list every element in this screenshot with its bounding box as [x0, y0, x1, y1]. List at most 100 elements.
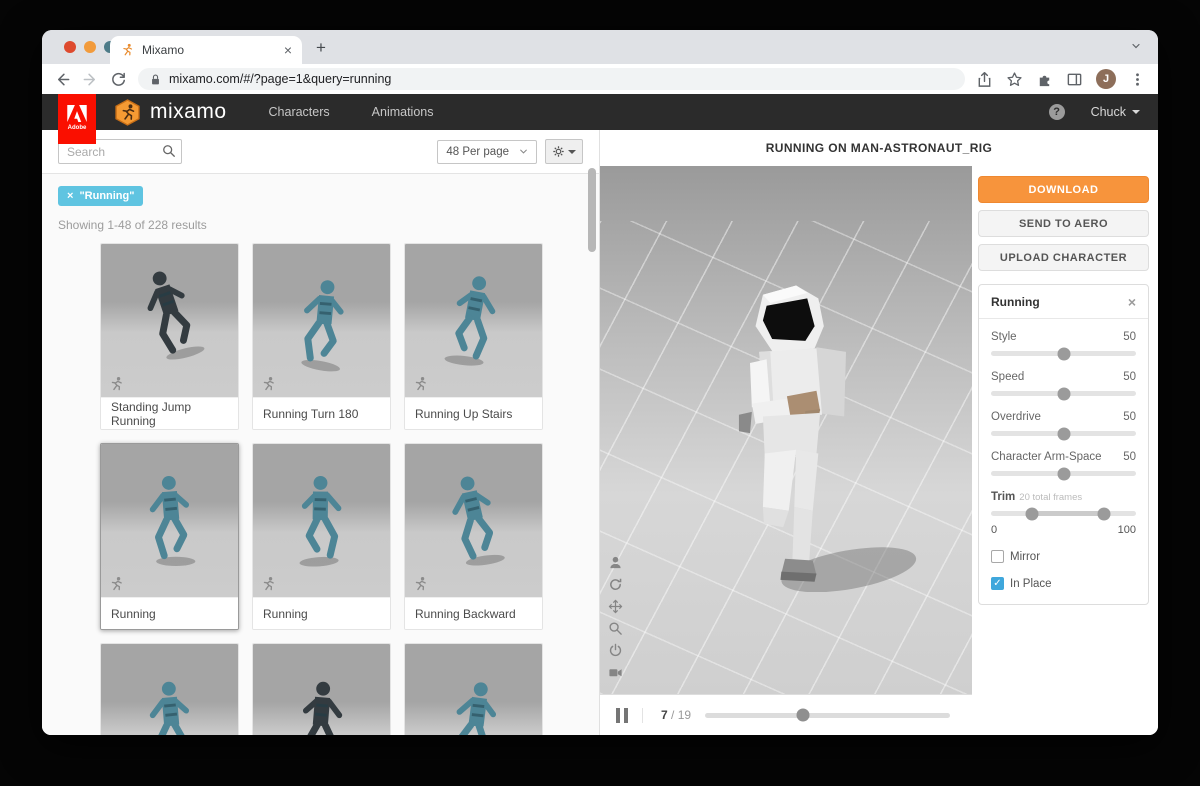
reload-button[interactable] — [110, 71, 127, 88]
pause-button[interactable] — [614, 708, 643, 723]
nav-link-characters[interactable]: Characters — [269, 105, 330, 119]
animation-card[interactable]: Running — [252, 443, 391, 630]
slider-label: Speed — [991, 371, 1024, 383]
trim-start-thumb[interactable] — [1025, 507, 1038, 520]
per-page-select[interactable]: 48 Per page — [437, 140, 537, 164]
camera-icon[interactable] — [608, 665, 623, 680]
timeline-scrubber[interactable] — [705, 713, 950, 718]
profile-avatar[interactable]: J — [1096, 69, 1116, 89]
scrollbar-thumb[interactable] — [588, 168, 596, 252]
runner-icon — [108, 576, 124, 592]
forward-button[interactable] — [82, 71, 99, 88]
animation-name: Running Backward — [405, 597, 542, 629]
animation-card[interactable]: Standing Jump Running — [100, 243, 239, 430]
slider-value: 50 — [1123, 371, 1136, 383]
animation-thumbnail — [253, 244, 390, 397]
slider-track[interactable] — [991, 351, 1136, 356]
slider-track[interactable] — [991, 431, 1136, 436]
trim-track[interactable] — [991, 511, 1136, 516]
slider-thumb[interactable] — [1057, 427, 1070, 440]
animation-card[interactable]: Running Backward — [404, 443, 543, 630]
animation-thumbnail — [405, 644, 542, 735]
nav-link-animations[interactable]: Animations — [372, 105, 434, 119]
window-close-button[interactable] — [64, 41, 76, 53]
animation-card[interactable] — [100, 643, 239, 735]
mirror-checkbox[interactable] — [991, 550, 1004, 563]
pan-icon[interactable] — [608, 599, 623, 614]
send-to-aero-button[interactable]: SEND TO AERO — [978, 210, 1149, 237]
character-figure — [122, 259, 217, 371]
animation-thumbnail — [253, 444, 390, 597]
share-icon[interactable] — [976, 71, 993, 88]
action-sidebar: DOWNLOAD SEND TO AERO UPLOAD CHARACTER R… — [972, 166, 1157, 735]
reset-icon[interactable] — [608, 643, 623, 658]
slider-thumb[interactable] — [1057, 467, 1070, 480]
character-icon[interactable] — [608, 555, 623, 570]
playback-bar: 7 / 19 — [600, 694, 972, 735]
mixamo-navbar: Adobe mixamo Characters Animations ? Chu… — [42, 94, 1158, 130]
slider-track[interactable] — [991, 391, 1136, 396]
animation-card[interactable]: Running Up Stairs — [404, 243, 543, 430]
back-button[interactable] — [54, 71, 71, 88]
in-place-label: In Place — [1010, 578, 1052, 590]
url-bar[interactable]: mixamo.com/#/?page=1&query=running — [138, 68, 965, 90]
animation-card[interactable] — [252, 643, 391, 735]
browser-toolbar: mixamo.com/#/?page=1&query=running J — [42, 64, 1158, 94]
adobe-label: Adobe — [68, 125, 87, 131]
user-menu[interactable]: Chuck — [1091, 105, 1140, 119]
mixamo-logo[interactable]: mixamo — [114, 99, 227, 126]
runner-icon — [260, 576, 276, 592]
tab-list-chevron-icon[interactable] — [1130, 40, 1142, 52]
animation-card-selected[interactable]: Running — [100, 443, 239, 630]
frame-separator: / — [671, 708, 674, 722]
chip-label: "Running" — [79, 190, 134, 202]
new-tab-button[interactable]: + — [316, 38, 326, 58]
window-controls — [64, 41, 116, 53]
settings-gear-button[interactable] — [545, 139, 583, 164]
character-figure — [277, 270, 367, 378]
character-figure — [281, 470, 362, 572]
tab-close-icon[interactable]: × — [284, 43, 292, 57]
astronaut-character — [678, 278, 918, 592]
browser-menu-icon[interactable] — [1129, 71, 1146, 88]
in-place-checkbox[interactable] — [991, 577, 1004, 590]
in-place-checkbox-row: In Place — [991, 577, 1136, 590]
slider-track[interactable] — [991, 471, 1136, 476]
help-icon[interactable]: ? — [1049, 104, 1065, 120]
side-panel-icon[interactable] — [1066, 71, 1083, 88]
trim-end-thumb[interactable] — [1098, 507, 1111, 520]
user-name: Chuck — [1091, 105, 1126, 119]
slider-thumb[interactable] — [1057, 387, 1070, 400]
browser-tab-mixamo[interactable]: Mixamo × — [110, 36, 302, 64]
slider-thumb[interactable] — [1057, 347, 1070, 360]
current-frame: 7 — [661, 708, 668, 722]
overdrive-slider: Overdrive 50 — [991, 411, 1136, 436]
scrubber-thumb[interactable] — [797, 709, 810, 722]
upload-character-button[interactable]: UPLOAD CHARACTER — [978, 244, 1149, 271]
download-button[interactable]: DOWNLOAD — [978, 176, 1149, 203]
animation-card[interactable]: Running Turn 180 — [252, 243, 391, 430]
adobe-logo[interactable]: Adobe — [58, 94, 96, 144]
per-page-value: 48 Per page — [446, 146, 509, 158]
extensions-icon[interactable] — [1036, 71, 1053, 88]
animation-name: Running — [101, 597, 238, 629]
animation-name: Running Turn 180 — [253, 397, 390, 429]
close-icon[interactable]: × — [1128, 294, 1136, 310]
settings-title: Running — [991, 295, 1040, 309]
runner-icon — [412, 576, 428, 592]
animation-card[interactable] — [404, 643, 543, 735]
animation-thumbnail — [101, 644, 238, 735]
3d-viewport[interactable] — [600, 166, 972, 694]
lock-icon — [150, 73, 161, 86]
animation-thumbnail — [405, 244, 542, 397]
trim-min-label: 0 — [991, 524, 997, 536]
chip-close-icon[interactable]: × — [67, 190, 73, 202]
window-minimize-button[interactable] — [84, 41, 96, 53]
filter-chip-running[interactable]: × "Running" — [58, 186, 143, 206]
viewport-toolbar — [608, 555, 623, 680]
trim-range-fill — [1032, 511, 1105, 516]
rotate-icon[interactable] — [608, 577, 623, 592]
zoom-icon[interactable] — [608, 621, 623, 636]
bookmark-star-icon[interactable] — [1006, 71, 1023, 88]
tab-favicon-runner-icon — [120, 43, 134, 57]
